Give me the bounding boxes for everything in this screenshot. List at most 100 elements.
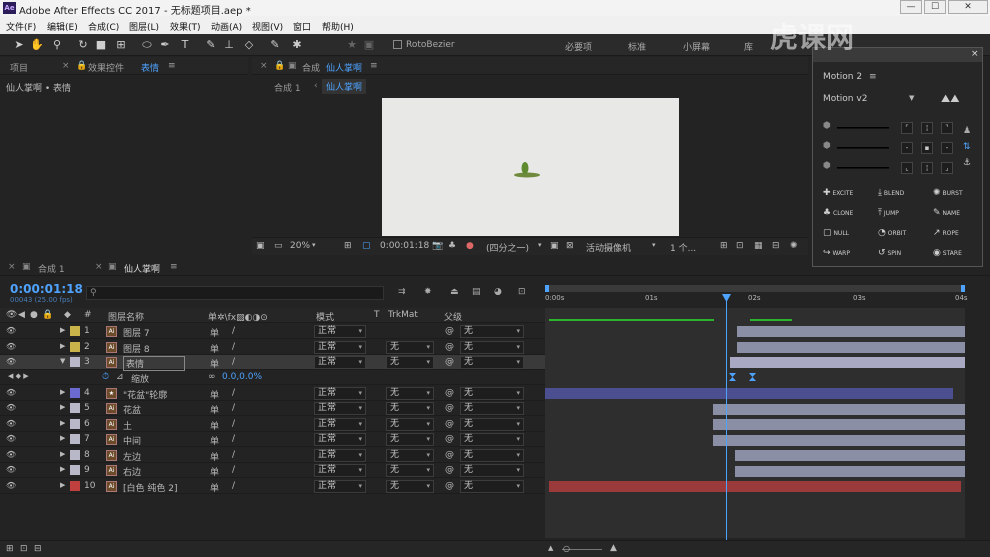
shy-switch[interactable]: 单 [210, 388, 219, 401]
transparency-grid-icon[interactable]: ⊠ [566, 241, 574, 251]
parent-select[interactable]: 无 ▾ [460, 402, 524, 415]
parent-select[interactable]: 无 ▾ [460, 356, 524, 369]
expand-arrow-icon[interactable]: ▶ [60, 434, 65, 442]
selection-tool-icon[interactable]: ➤ [12, 38, 26, 52]
trkmat-select[interactable]: 无 ▾ [386, 433, 434, 446]
layer-row[interactable]: 👁 ▶ 7 Ai 中间 单 / 正常 ▾ 无 ▾ @ 无 ▾ [0, 432, 545, 447]
shy-switch[interactable]: 单 [210, 419, 219, 432]
layer-name[interactable]: 左边 [123, 450, 141, 463]
trkmat-select[interactable]: 无 ▾ [386, 464, 434, 477]
expand-arrow-icon[interactable]: ▶ [60, 326, 65, 334]
snapshot-icon[interactable]: 📷 [432, 241, 443, 251]
menu-view[interactable]: 视图(V) [252, 20, 283, 33]
effect-controls-tab[interactable]: 效果控件 [88, 61, 124, 74]
stopwatch-icon[interactable]: ⏱ [102, 372, 109, 382]
pick-whip-icon[interactable]: @ [445, 419, 454, 429]
work-area-start[interactable] [545, 285, 549, 292]
draft-3d-icon[interactable]: ✸ [424, 287, 432, 297]
label-color-chip[interactable] [70, 450, 80, 460]
mode-select[interactable]: 正常 ▾ [314, 402, 366, 415]
camera-select[interactable]: 活动摄像机 [586, 241, 631, 254]
zoom-in-icon[interactable]: ▲ [610, 543, 617, 553]
shy-switch[interactable]: 单 [210, 434, 219, 447]
parent-select[interactable]: 无 ▾ [460, 480, 524, 493]
trkmat-select[interactable]: 无 ▾ [386, 341, 434, 354]
anchor-top-right[interactable]: ⌝ [941, 122, 953, 134]
ease-slider-3[interactable] [837, 167, 889, 169]
layer-row[interactable]: 👁 ▶ 1 Ai 图层 7 单 / 正常 ▾ @ 无 ▾ [0, 324, 545, 339]
fast-preview-icon[interactable]: ⊡ [736, 241, 744, 251]
eye-icon[interactable]: 👁 [6, 342, 16, 351]
close-icon[interactable]: × [971, 49, 979, 59]
motion-null-button[interactable]: ▢ NULL [823, 228, 849, 238]
rotate-tool-icon[interactable]: ↻ [76, 38, 90, 52]
close-icon[interactable]: × [62, 61, 70, 71]
shy-switch[interactable]: 单 [210, 326, 219, 339]
expand-arrow-icon[interactable]: ▶ [60, 465, 65, 473]
quality-switch-icon[interactable]: / [232, 450, 235, 460]
timeline-tab-cactus[interactable]: 仙人掌啊 [124, 262, 160, 275]
mode-select[interactable]: 正常 ▾ [314, 387, 366, 400]
expand-arrow-icon[interactable]: ▶ [60, 419, 65, 427]
mode-select[interactable]: 正常 ▾ [314, 480, 366, 493]
roto-brush-tool-icon[interactable]: ✎ [268, 38, 282, 52]
keyframe-marker[interactable] [729, 373, 736, 381]
region-icon[interactable]: ▭ [274, 241, 283, 251]
layer-name[interactable]: 表情 [123, 356, 186, 371]
eye-icon[interactable]: 👁 [6, 481, 16, 490]
grid-icon[interactable]: ⊞ [344, 241, 352, 251]
zoom-tool-icon[interactable]: ⚲ [50, 38, 64, 52]
roi-icon[interactable]: ▣ [550, 241, 559, 251]
motion-excite-button[interactable]: ✚ EXCITE [823, 188, 853, 198]
modes-toggle-icon[interactable]: ⊟ [34, 544, 42, 554]
shy-switch[interactable]: 单 [210, 342, 219, 355]
pick-whip-icon[interactable]: @ [445, 388, 454, 398]
layer-name[interactable]: 中间 [123, 434, 141, 447]
expand-icon[interactable]: ⊞ [6, 544, 14, 554]
quality-switch-icon[interactable]: / [232, 434, 235, 444]
trkmat-select[interactable]: 无 ▾ [386, 402, 434, 415]
layer-name[interactable]: 右边 [123, 465, 141, 478]
label-color-chip[interactable] [70, 481, 80, 491]
minimize-button[interactable]: — [900, 0, 922, 14]
mask-icon[interactable]: ▢ [362, 241, 371, 251]
chevron-down-icon[interactable]: ▾ [652, 241, 656, 249]
comp-tab-name[interactable]: 仙人掌啊 [326, 61, 362, 74]
mode-select[interactable]: 正常 ▾ [314, 464, 366, 477]
expand-arrow-icon[interactable]: ▶ [60, 342, 65, 350]
anchor-bottom-left[interactable]: ⌞ [901, 162, 913, 174]
layer-name[interactable]: 土 [123, 419, 132, 432]
layer-row[interactable]: 👁 ▶ 8 Ai 左边 单 / 正常 ▾ 无 ▾ @ 无 ▾ [0, 448, 545, 463]
panel-menu-icon[interactable]: ≡ [170, 262, 178, 272]
menu-help[interactable]: 帮助(H) [322, 20, 354, 33]
layer-name[interactable]: 图层 7 [123, 326, 150, 339]
trkmat-select[interactable]: 无 ▾ [386, 356, 434, 369]
close-button[interactable]: ✕ [948, 0, 988, 14]
layer-duration-bar[interactable] [735, 450, 965, 461]
layer-row[interactable]: 👁 ▶ 6 Ai 土 单 / 正常 ▾ 无 ▾ @ 无 ▾ [0, 417, 545, 432]
menu-edit[interactable]: 编辑(E) [47, 20, 78, 33]
quality-switch-icon[interactable]: / [232, 326, 235, 336]
expand-arrow-icon[interactable]: ▶ [60, 450, 65, 458]
layer-duration-bar[interactable] [737, 342, 965, 353]
graph-icon[interactable]: ⊿ [116, 372, 124, 382]
pick-whip-icon[interactable]: @ [445, 357, 454, 367]
workspace-standard[interactable]: 标准 [628, 40, 646, 53]
motion-warp-button[interactable]: ↪ WARP [823, 248, 850, 258]
graph-editor-icon[interactable]: ⊡ [518, 287, 526, 297]
chevron-down-icon[interactable]: ▼ [909, 94, 914, 102]
label-color-chip[interactable] [70, 357, 80, 367]
mode-select[interactable]: 正常 ▾ [314, 433, 366, 446]
chevron-down-icon[interactable]: ▾ [312, 241, 316, 249]
layer-row[interactable]: 👁 ▶ 5 Ai 花盆 单 / 正常 ▾ 无 ▾ @ 无 ▾ [0, 401, 545, 416]
composition-canvas[interactable] [382, 98, 679, 236]
eye-icon[interactable]: 👁 [6, 357, 16, 366]
layer-name[interactable]: 图层 8 [123, 342, 150, 355]
pick-whip-icon[interactable]: @ [445, 481, 454, 491]
ease-slider-2[interactable] [837, 147, 889, 149]
pin-icon[interactable]: ♟ [963, 126, 971, 136]
layer-duration-bar[interactable] [549, 481, 961, 492]
camera-tool-icon[interactable]: ■ [94, 38, 108, 52]
current-timecode[interactable]: 0:00:01:18 [10, 282, 83, 296]
lock-icon[interactable]: 🔒 [274, 61, 285, 71]
